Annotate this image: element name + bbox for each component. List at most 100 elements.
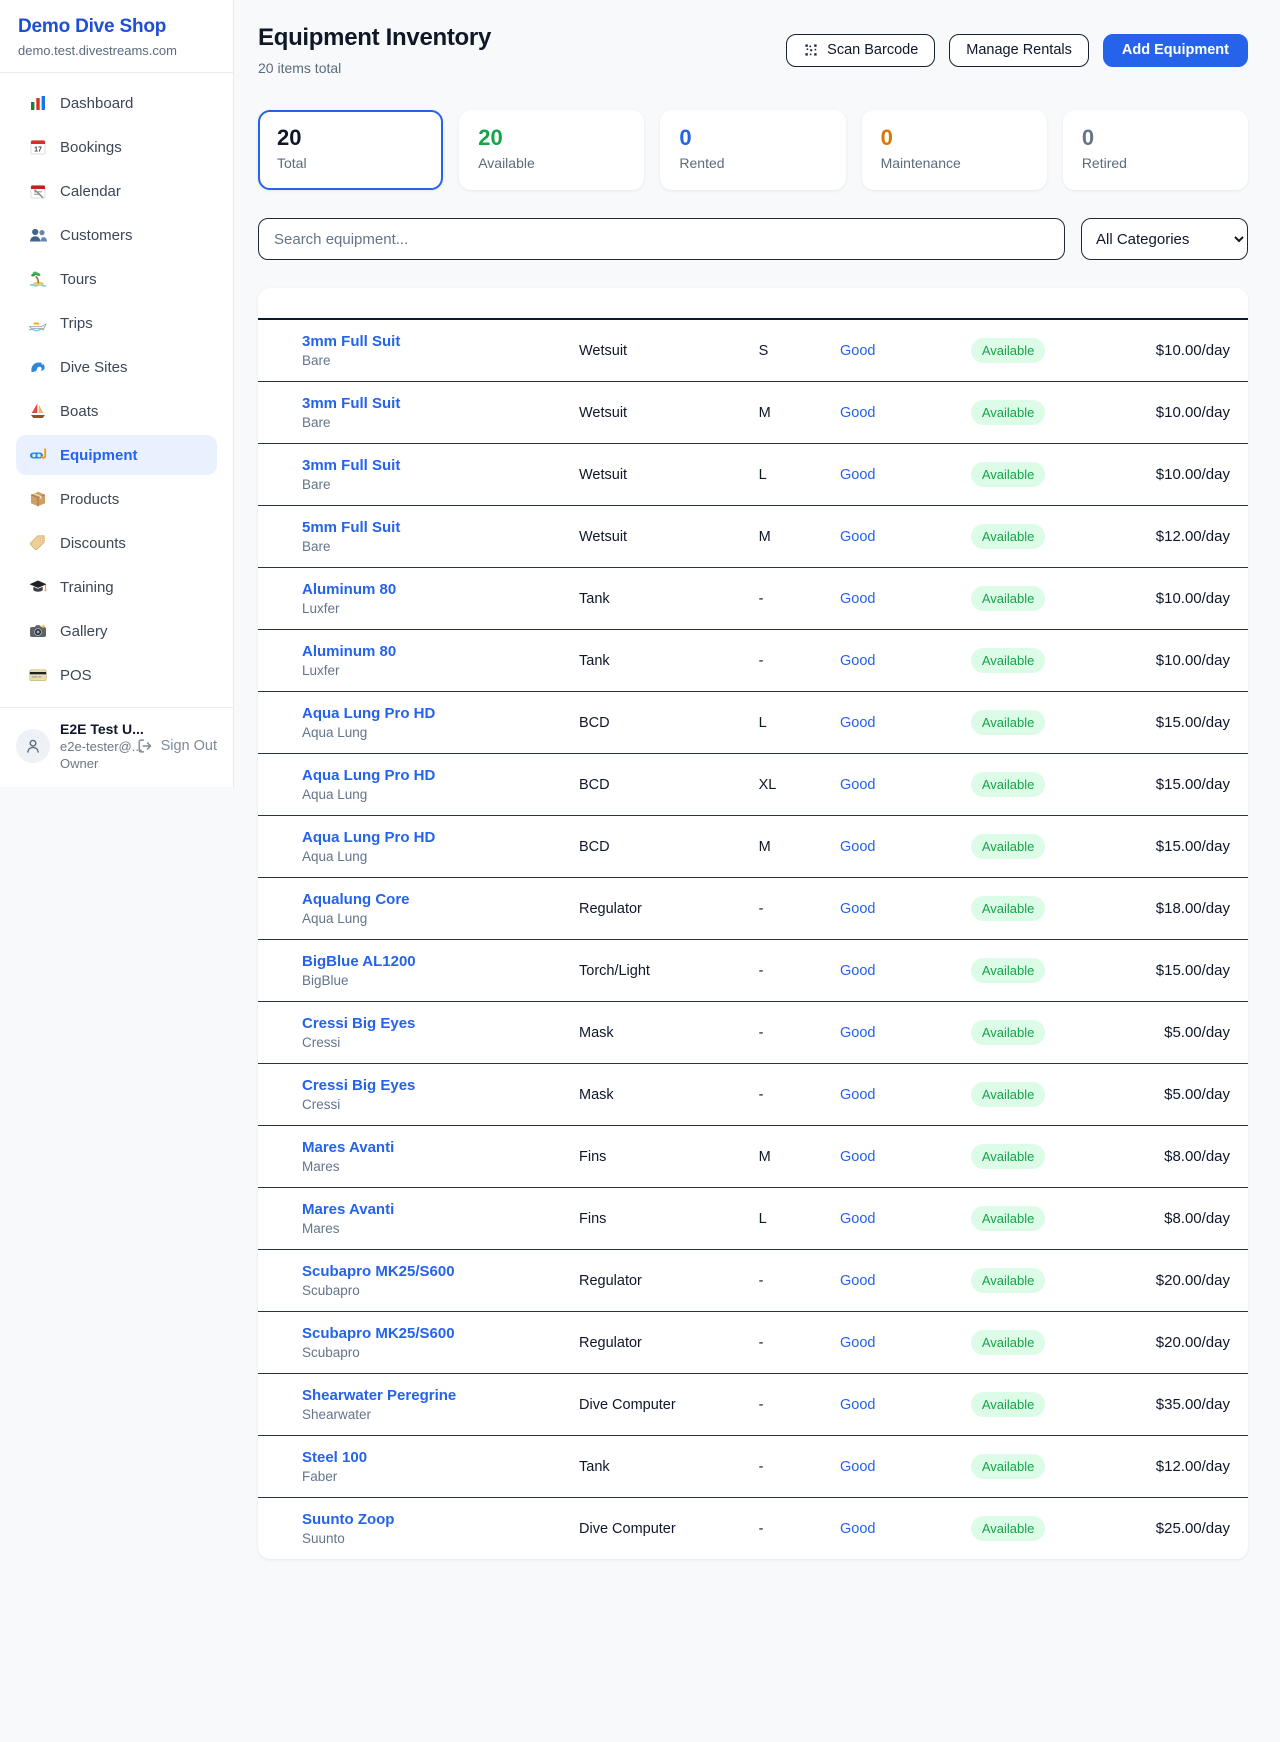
item-brand: Aqua Lung	[302, 725, 547, 740]
rental-price-cell: $5.00/day	[1061, 1064, 1248, 1126]
item-link[interactable]: Cressi Big Eyes	[302, 1015, 415, 1032]
equipment-row: Shearwater Peregrine Shearwater Dive Com…	[258, 1374, 1248, 1436]
stat-value: 20	[277, 125, 424, 150]
item-link[interactable]: Scubapro MK25/S600	[302, 1325, 455, 1342]
status-badge: Available	[971, 1020, 1046, 1045]
condition-link[interactable]: Good	[840, 1521, 875, 1537]
condition-link[interactable]: Good	[840, 591, 875, 607]
category-select[interactable]: All Categories	[1081, 218, 1248, 260]
item-link[interactable]: BigBlue AL1200	[302, 953, 416, 970]
condition-link[interactable]: Good	[840, 343, 875, 359]
equipment-row: Scubapro MK25/S600 Scubapro Regulator - …	[258, 1312, 1248, 1374]
condition-link[interactable]: Good	[840, 777, 875, 793]
stats-row: 20 Total 20 Available 0 Rented 0 Mainten…	[258, 110, 1248, 190]
sidebar-item-gallery[interactable]: Gallery	[16, 611, 217, 651]
sidebar-item-dashboard[interactable]: Dashboard	[16, 83, 217, 123]
condition-link[interactable]: Good	[840, 901, 875, 917]
sidebar-item-training[interactable]: Training	[16, 567, 217, 607]
item-link[interactable]: Aluminum 80	[302, 581, 396, 598]
user-name: E2E Test U...	[60, 721, 126, 737]
condition-link[interactable]: Good	[840, 529, 875, 545]
size-cell: -	[743, 630, 824, 692]
item-link[interactable]: Aqua Lung Pro HD	[302, 767, 435, 784]
stat-card-total[interactable]: 20 Total	[258, 110, 443, 190]
category-cell: Dive Computer	[563, 1374, 743, 1436]
condition-link[interactable]: Good	[840, 1397, 875, 1413]
sidebar-item-products[interactable]: Products	[16, 479, 217, 519]
item-link[interactable]: Scubapro MK25/S600	[302, 1263, 455, 1280]
item-link[interactable]: 3mm Full Suit	[302, 457, 400, 474]
item-link[interactable]: 5mm Full Suit	[302, 519, 400, 536]
condition-link[interactable]: Good	[840, 963, 875, 979]
item-link[interactable]: Suunto Zoop	[302, 1511, 394, 1528]
status-badge: Available	[971, 400, 1046, 425]
condition-link[interactable]: Good	[840, 1335, 875, 1351]
equipment-row: Aqua Lung Pro HD Aqua Lung BCD L Good Av…	[258, 692, 1248, 754]
sidebar-item-label: Equipment	[60, 447, 138, 464]
equipment-row: Scubapro MK25/S600 Scubapro Regulator - …	[258, 1250, 1248, 1312]
sign-out-button[interactable]: Sign Out	[136, 737, 217, 755]
stat-label: Total	[277, 155, 424, 171]
sidebar-item-tours[interactable]: Tours	[16, 259, 217, 299]
condition-link[interactable]: Good	[840, 715, 875, 731]
item-brand: Mares	[302, 1159, 547, 1174]
stat-card-maintenance[interactable]: 0 Maintenance	[862, 110, 1047, 190]
condition-link[interactable]: Good	[840, 1149, 875, 1165]
condition-link[interactable]: Good	[840, 1087, 875, 1103]
item-link[interactable]: Aqua Lung Pro HD	[302, 829, 435, 846]
item-link[interactable]: Aqua Lung Pro HD	[302, 705, 435, 722]
condition-link[interactable]: Good	[840, 839, 875, 855]
item-link[interactable]: Cressi Big Eyes	[302, 1077, 415, 1094]
column-header	[955, 288, 1062, 319]
condition-link[interactable]: Good	[840, 467, 875, 483]
condition-link[interactable]: Good	[840, 1025, 875, 1041]
sidebar-item-label: Bookings	[60, 139, 122, 156]
size-cell: -	[743, 1250, 824, 1312]
size-cell: -	[743, 1374, 824, 1436]
item-brand: Aqua Lung	[302, 911, 547, 926]
size-cell: L	[743, 1188, 824, 1250]
sidebar-item-equipment[interactable]: Equipment	[16, 435, 217, 475]
manage-rentals-button[interactable]: Manage Rentals	[949, 34, 1089, 67]
sidebar-item-discounts[interactable]: Discounts	[16, 523, 217, 563]
sidebar-item-label: Products	[60, 491, 119, 508]
item-link[interactable]: Shearwater Peregrine	[302, 1387, 456, 1404]
sidebar-item-bookings[interactable]: 17 Bookings	[16, 127, 217, 167]
status-badge: Available	[971, 648, 1046, 673]
item-link[interactable]: 3mm Full Suit	[302, 333, 400, 350]
sidebar-item-calendar[interactable]: Calendar	[16, 171, 217, 211]
condition-link[interactable]: Good	[840, 1459, 875, 1475]
item-link[interactable]: 3mm Full Suit	[302, 395, 400, 412]
category-cell: BCD	[563, 816, 743, 878]
sidebar-item-customers[interactable]: Customers	[16, 215, 217, 255]
condition-link[interactable]: Good	[840, 405, 875, 421]
stat-card-retired[interactable]: 0 Retired	[1063, 110, 1248, 190]
add-equipment-button[interactable]: Add Equipment	[1103, 34, 1248, 67]
condition-link[interactable]: Good	[840, 653, 875, 669]
category-cell: BCD	[563, 754, 743, 816]
header-actions: Scan Barcode Manage Rentals Add Equipmen…	[786, 34, 1248, 67]
scan-barcode-button[interactable]: Scan Barcode	[786, 34, 935, 67]
sidebar-item-boats[interactable]: Boats	[16, 391, 217, 431]
sidebar-header: Demo Dive Shop demo.test.divestreams.com	[0, 0, 233, 72]
item-link[interactable]: Mares Avanti	[302, 1201, 394, 1218]
sidebar-item-pos[interactable]: POS	[16, 655, 217, 695]
scan-barcode-icon	[803, 42, 819, 58]
condition-link[interactable]: Good	[840, 1273, 875, 1289]
item-link[interactable]: Aluminum 80	[302, 643, 396, 660]
item-link[interactable]: Mares Avanti	[302, 1139, 394, 1156]
equipment-row: Aqualung Core Aqua Lung Regulator - Good…	[258, 878, 1248, 940]
category-cell: Fins	[563, 1188, 743, 1250]
sidebar-item-trips[interactable]: Trips	[16, 303, 217, 343]
condition-link[interactable]: Good	[840, 1211, 875, 1227]
size-cell: M	[743, 506, 824, 568]
stat-card-rented[interactable]: 0 Rented	[660, 110, 845, 190]
item-brand: Cressi	[302, 1035, 547, 1050]
item-link[interactable]: Steel 100	[302, 1449, 367, 1466]
size-cell: -	[743, 1498, 824, 1560]
item-link[interactable]: Aqualung Core	[302, 891, 410, 908]
search-input[interactable]	[258, 218, 1065, 260]
sidebar-item-dive-sites[interactable]: Dive Sites	[16, 347, 217, 387]
stat-card-available[interactable]: 20 Available	[459, 110, 644, 190]
category-cell: Fins	[563, 1126, 743, 1188]
